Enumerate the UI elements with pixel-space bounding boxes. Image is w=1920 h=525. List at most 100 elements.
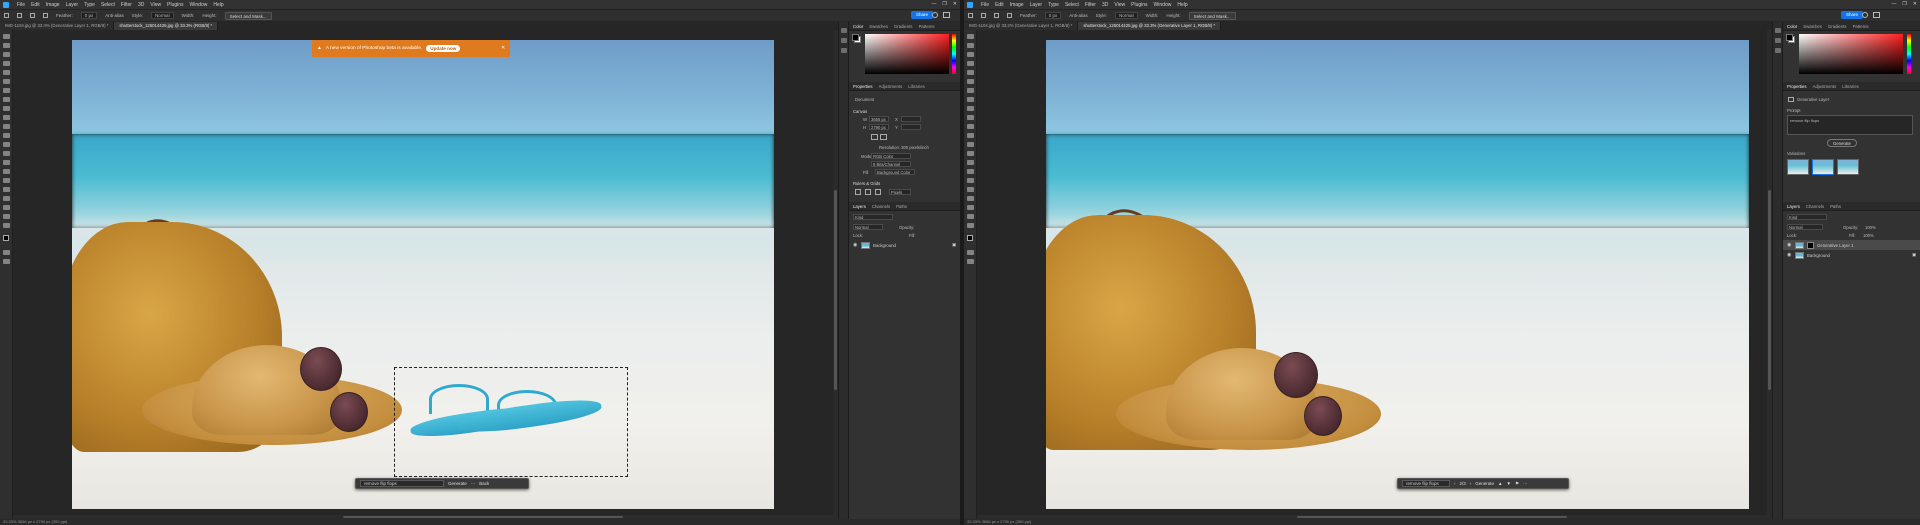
landscape-icon[interactable] <box>880 134 887 140</box>
menu-image[interactable]: Image <box>46 2 60 8</box>
healing-brush-icon[interactable] <box>967 97 974 102</box>
tab-patterns[interactable]: Patterns <box>1853 24 1869 29</box>
adjust-panel-icon[interactable] <box>1775 38 1781 43</box>
quick-select-tool-icon[interactable] <box>967 61 974 66</box>
layer-filter-select[interactable]: Kind <box>1787 214 1827 220</box>
quick-mask-icon[interactable] <box>967 250 974 255</box>
menu-layer[interactable]: Layer <box>1030 2 1043 8</box>
frame-tool-icon[interactable] <box>967 79 974 84</box>
new-selection-icon[interactable] <box>994 13 999 18</box>
layer-row-background[interactable]: ◉ Background ▣ <box>1783 250 1920 260</box>
hue-slider[interactable] <box>1907 34 1911 74</box>
tab-properties[interactable]: Properties <box>1787 84 1807 89</box>
marquee-tool-icon[interactable] <box>967 43 974 48</box>
menu-layer[interactable]: Layer <box>66 2 79 8</box>
shape-tool-icon[interactable] <box>3 196 10 201</box>
menu-image[interactable]: Image <box>1010 2 1024 8</box>
units-select[interactable]: Pixels <box>889 189 911 195</box>
menu-type[interactable]: Type <box>84 2 95 8</box>
antialias-checkbox[interactable]: Anti-alias <box>1069 13 1088 18</box>
gradient-tool-icon[interactable] <box>967 142 974 147</box>
share-button[interactable]: Share <box>911 11 934 19</box>
tab-shutterstock[interactable]: shutterstock_125014425.jpg @ 33.3% (Gene… <box>1078 22 1222 30</box>
blur-tool-icon[interactable] <box>3 151 10 156</box>
guides-icon[interactable] <box>875 189 881 195</box>
menu-view[interactable]: View <box>150 2 161 8</box>
search-icon[interactable] <box>1862 12 1868 18</box>
foreground-swatch[interactable] <box>852 34 859 41</box>
menu-type[interactable]: Type <box>1048 2 1059 8</box>
crop-tool-icon[interactable] <box>3 70 10 75</box>
tab-img-1104[interactable]: IMG-1104.jpg @ 33.3% (Generative Layer 1… <box>964 22 1079 30</box>
selection-marquee[interactable] <box>394 367 628 477</box>
new-selection-icon[interactable] <box>30 13 35 18</box>
move-tool-icon[interactable] <box>967 34 974 39</box>
fill-select[interactable]: Background Color <box>875 169 915 175</box>
grid-icon[interactable] <box>865 189 871 195</box>
variation-thumbnail-3[interactable] <box>1837 159 1859 175</box>
hand-tool-icon[interactable] <box>967 205 974 210</box>
previous-variation-icon[interactable]: ‹ <box>1454 481 1456 486</box>
menu-plugins[interactable]: Plugins <box>167 2 183 8</box>
search-icon[interactable] <box>932 12 938 18</box>
style-select[interactable]: Normal <box>151 12 174 19</box>
dodge-tool-icon[interactable] <box>967 160 974 165</box>
lasso-tool-icon[interactable] <box>3 52 10 57</box>
menu-window[interactable]: Window <box>1154 2 1172 8</box>
quick-select-tool-icon[interactable] <box>3 61 10 66</box>
tab-channels[interactable]: Channels <box>1806 204 1824 209</box>
x-input[interactable] <box>901 116 921 122</box>
dodge-tool-icon[interactable] <box>3 160 10 165</box>
more-options-button[interactable]: ··· <box>471 481 476 486</box>
maximize-button[interactable]: ❐ <box>942 1 946 7</box>
menu-filter[interactable]: Filter <box>1085 2 1096 8</box>
opacity-value[interactable]: 100% <box>1865 225 1876 230</box>
adjust-panel-icon[interactable] <box>841 38 847 43</box>
variation-thumbnail-2[interactable] <box>1812 159 1834 175</box>
next-variation-icon[interactable]: › <box>1470 481 1472 486</box>
back-button[interactable]: Back <box>479 481 489 486</box>
feather-input[interactable]: 0 px <box>1044 12 1062 19</box>
home-icon[interactable] <box>968 13 973 18</box>
layer-row-background[interactable]: ◉ Background ▣ <box>849 240 960 250</box>
mode-select[interactable]: RGB Color <box>871 153 911 159</box>
marquee-tool-icon[interactable] <box>981 13 986 18</box>
menu-filter[interactable]: Filter <box>121 2 132 8</box>
ruler-icon[interactable] <box>855 189 861 195</box>
crop-tool-icon[interactable] <box>967 70 974 75</box>
variation-thumbnail-1[interactable] <box>1787 159 1809 175</box>
prompt-input[interactable]: remove flip flops <box>360 480 444 487</box>
color-picker-field[interactable] <box>865 34 949 74</box>
eyedropper-tool-icon[interactable] <box>967 88 974 93</box>
height-input[interactable]: 2790 px <box>869 124 889 130</box>
prompt-textarea[interactable]: remove flip flops <box>1787 115 1913 135</box>
menu-edit[interactable]: Edit <box>31 2 40 8</box>
zoom-tool-icon[interactable] <box>3 214 10 219</box>
hand-tool-icon[interactable] <box>3 205 10 210</box>
eraser-tool-icon[interactable] <box>3 133 10 138</box>
gradient-tool-icon[interactable] <box>3 142 10 147</box>
history-panel-icon[interactable] <box>841 28 847 33</box>
more-tools-icon[interactable] <box>3 223 10 228</box>
minimize-button[interactable]: — <box>1891 1 1896 7</box>
menu-help[interactable]: Help <box>213 2 223 8</box>
menu-plugins[interactable]: Plugins <box>1131 2 1147 8</box>
y-input[interactable] <box>901 124 921 130</box>
foreground-color-swatch[interactable] <box>967 235 973 241</box>
home-icon[interactable] <box>4 13 9 18</box>
tab-adjustments[interactable]: Adjustments <box>879 84 903 89</box>
portrait-icon[interactable] <box>871 134 878 140</box>
maximize-button[interactable]: ❐ <box>1902 1 1906 7</box>
tab-gradients[interactable]: Gradients <box>1828 24 1847 29</box>
generate-button[interactable]: Generate <box>448 481 467 486</box>
screen-mode-icon[interactable] <box>967 259 974 264</box>
screen-mode-icon[interactable] <box>3 259 10 264</box>
move-tool-icon[interactable] <box>3 34 10 39</box>
close-button[interactable]: ✕ <box>953 1 957 7</box>
tab-shutterstock[interactable]: shutterstock_125014425.jpg @ 33.3% (RGB/… <box>114 22 219 30</box>
path-select-icon[interactable] <box>967 187 974 192</box>
tab-swatches[interactable]: Swatches <box>1803 24 1822 29</box>
pen-tool-icon[interactable] <box>3 169 10 174</box>
generate-button[interactable]: Generate <box>1827 139 1857 147</box>
add-selection-icon[interactable] <box>43 13 48 18</box>
